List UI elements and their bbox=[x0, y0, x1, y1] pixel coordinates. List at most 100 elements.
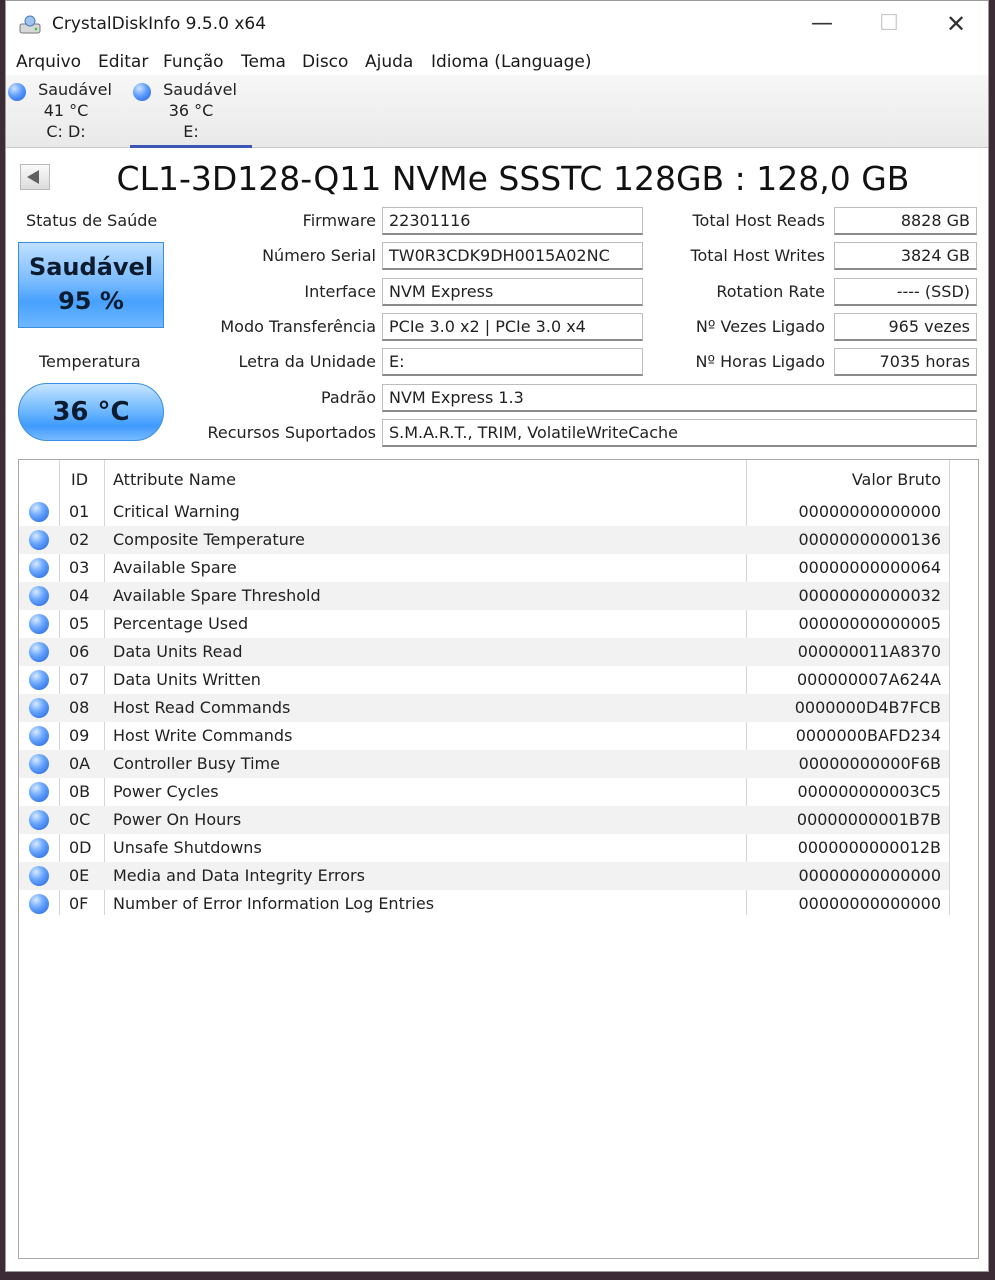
attr-raw: 00000000001B7B bbox=[796, 810, 941, 829]
interface-value: NVM Express bbox=[382, 278, 643, 306]
drive-tab-letters: E: bbox=[183, 122, 199, 141]
status-ball-icon bbox=[29, 810, 49, 830]
attr-id: 05 bbox=[69, 614, 90, 633]
features-label: Recursos Suportados bbox=[207, 423, 376, 442]
attr-id: 03 bbox=[69, 558, 90, 577]
drive-tab-temp: 41 °C bbox=[43, 101, 89, 120]
header-attribute-name[interactable]: Attribute Name bbox=[113, 466, 236, 494]
table-row[interactable]: 0F Number of Error Information Log Entri… bbox=[19, 890, 949, 918]
attr-raw: 000000007A624A bbox=[796, 670, 941, 689]
host-reads-value: 8828 GB bbox=[834, 207, 977, 235]
interface-label: Interface bbox=[304, 282, 376, 301]
power-count-label: Nº Vezes Ligado bbox=[695, 317, 825, 336]
attr-id: 06 bbox=[69, 642, 90, 661]
attr-id: 0A bbox=[69, 754, 91, 773]
attr-id: 0F bbox=[69, 894, 89, 913]
attr-raw: 00000000000F6B bbox=[798, 754, 941, 773]
table-row[interactable]: 0D Unsafe Shutdowns 0000000000012B bbox=[19, 834, 949, 862]
table-row[interactable]: 01 Critical Warning 00000000000000 bbox=[19, 498, 949, 526]
attr-id: 04 bbox=[69, 586, 90, 605]
menu-funcao[interactable]: Função bbox=[163, 52, 224, 72]
serial-label: Número Serial bbox=[262, 246, 376, 265]
attr-id: 02 bbox=[69, 530, 90, 549]
power-hours-label: Nº Horas Ligado bbox=[695, 352, 825, 371]
table-row[interactable]: 0E Media and Data Integrity Errors 00000… bbox=[19, 862, 949, 890]
menu-editar[interactable]: Editar bbox=[98, 52, 148, 72]
attr-name: Media and Data Integrity Errors bbox=[113, 866, 365, 885]
attr-raw: 0000000000012B bbox=[797, 838, 941, 857]
app-window: CrystalDiskInfo 9.5.0 x64 — ☐ ✕ Arquivo … bbox=[5, 0, 989, 1272]
attr-name: Available Spare Threshold bbox=[113, 586, 321, 605]
attr-raw: 00000000000005 bbox=[798, 614, 941, 633]
temperature-label: Temperatura bbox=[39, 352, 141, 371]
attr-name: Percentage Used bbox=[113, 614, 249, 633]
table-row[interactable]: 04 Available Spare Threshold 00000000000… bbox=[19, 582, 949, 610]
status-ball-icon bbox=[29, 894, 49, 914]
close-button[interactable]: ✕ bbox=[933, 7, 979, 41]
menu-tema[interactable]: Tema bbox=[241, 52, 286, 72]
attr-id: 0C bbox=[69, 810, 91, 829]
health-ball-icon bbox=[8, 83, 26, 101]
serial-value: TW0R3CDK9DH0015A02NC bbox=[382, 242, 643, 270]
menu-idioma[interactable]: Idioma (Language) bbox=[431, 52, 591, 72]
table-row[interactable]: 0B Power Cycles 000000000003C5 bbox=[19, 778, 949, 806]
drive-tab-e[interactable]: Saudável 36 °C E: bbox=[130, 79, 252, 148]
table-row[interactable]: 06 Data Units Read 000000011A8370 bbox=[19, 638, 949, 666]
attr-name: Unsafe Shutdowns bbox=[113, 838, 262, 857]
temperature-button[interactable]: 36 °C bbox=[18, 383, 164, 441]
rotation-rate-value: ---- (SSD) bbox=[834, 278, 977, 306]
attr-name: Available Spare bbox=[113, 558, 237, 577]
health-percent: 95 % bbox=[58, 287, 124, 315]
minimize-button[interactable]: — bbox=[799, 7, 845, 41]
table-row[interactable]: 07 Data Units Written 000000007A624A bbox=[19, 666, 949, 694]
status-ball-icon bbox=[29, 502, 49, 522]
smart-attributes-table[interactable]: ID Attribute Name Valor Bruto 01 Critica… bbox=[18, 459, 979, 1259]
health-status-button[interactable]: Saudável 95 % bbox=[18, 242, 164, 328]
disk-info-app-icon bbox=[19, 15, 41, 34]
drive-tab-cd[interactable]: Saudável 41 °C C: D: bbox=[6, 79, 126, 145]
transfer-mode-value: PCIe 3.0 x2 | PCIe 3.0 x4 bbox=[382, 313, 643, 341]
drive-title: CL1-3D128-Q11 NVMe SSSTC 128GB : 128,0 G… bbox=[116, 159, 910, 198]
attr-id: 0D bbox=[69, 838, 92, 857]
attr-name: Number of Error Information Log Entries bbox=[113, 894, 435, 913]
table-row[interactable]: 02 Composite Temperature 00000000000136 bbox=[19, 526, 949, 554]
status-ball-icon bbox=[29, 866, 49, 886]
table-header: ID Attribute Name Valor Bruto bbox=[19, 466, 949, 494]
table-row[interactable]: 0C Power On Hours 00000000001B7B bbox=[19, 806, 949, 834]
menu-disco[interactable]: Disco bbox=[302, 52, 348, 72]
status-ball-icon bbox=[29, 642, 49, 662]
firmware-value: 22301116 bbox=[382, 207, 643, 235]
attr-name: Composite Temperature bbox=[113, 530, 305, 549]
host-writes-value: 3824 GB bbox=[834, 242, 977, 270]
standard-value: NVM Express 1.3 bbox=[382, 384, 977, 412]
attr-name: Power On Hours bbox=[113, 810, 242, 829]
attr-name: Power Cycles bbox=[113, 782, 219, 801]
header-id[interactable]: ID bbox=[71, 466, 88, 494]
table-row[interactable]: 0A Controller Busy Time 00000000000F6B bbox=[19, 750, 949, 778]
attr-raw: 00000000000000 bbox=[798, 866, 941, 885]
status-ball-icon bbox=[29, 558, 49, 578]
table-row[interactable]: 05 Percentage Used 00000000000005 bbox=[19, 610, 949, 638]
status-ball-icon bbox=[29, 754, 49, 774]
table-row[interactable]: 03 Available Spare 00000000000064 bbox=[19, 554, 949, 582]
attr-raw: 00000000000032 bbox=[798, 586, 941, 605]
status-ball-icon bbox=[29, 670, 49, 690]
menu-ajuda[interactable]: Ajuda bbox=[365, 52, 413, 72]
health-ball-icon bbox=[133, 83, 151, 101]
attr-id: 0B bbox=[69, 782, 91, 801]
power-count-value: 965 vezes bbox=[834, 313, 977, 341]
attr-id: 0E bbox=[69, 866, 90, 885]
menu-arquivo[interactable]: Arquivo bbox=[16, 52, 81, 72]
attr-id: 09 bbox=[69, 726, 90, 745]
status-ball-icon bbox=[29, 530, 49, 550]
attr-raw: 0000000D4B7FCB bbox=[794, 698, 941, 717]
features-value: S.M.A.R.T., TRIM, VolatileWriteCache bbox=[382, 419, 977, 447]
attr-raw: 00000000000064 bbox=[798, 558, 941, 577]
attr-raw: 0000000BAFD234 bbox=[795, 726, 941, 745]
drive-tab-temp: 36 °C bbox=[168, 101, 214, 120]
header-raw-value[interactable]: Valor Bruto bbox=[852, 466, 941, 494]
table-row[interactable]: 08 Host Read Commands 0000000D4B7FCB bbox=[19, 694, 949, 722]
table-row[interactable]: 09 Host Write Commands 0000000BAFD234 bbox=[19, 722, 949, 750]
maximize-button[interactable]: ☐ bbox=[866, 7, 912, 41]
status-ball-icon bbox=[29, 698, 49, 718]
